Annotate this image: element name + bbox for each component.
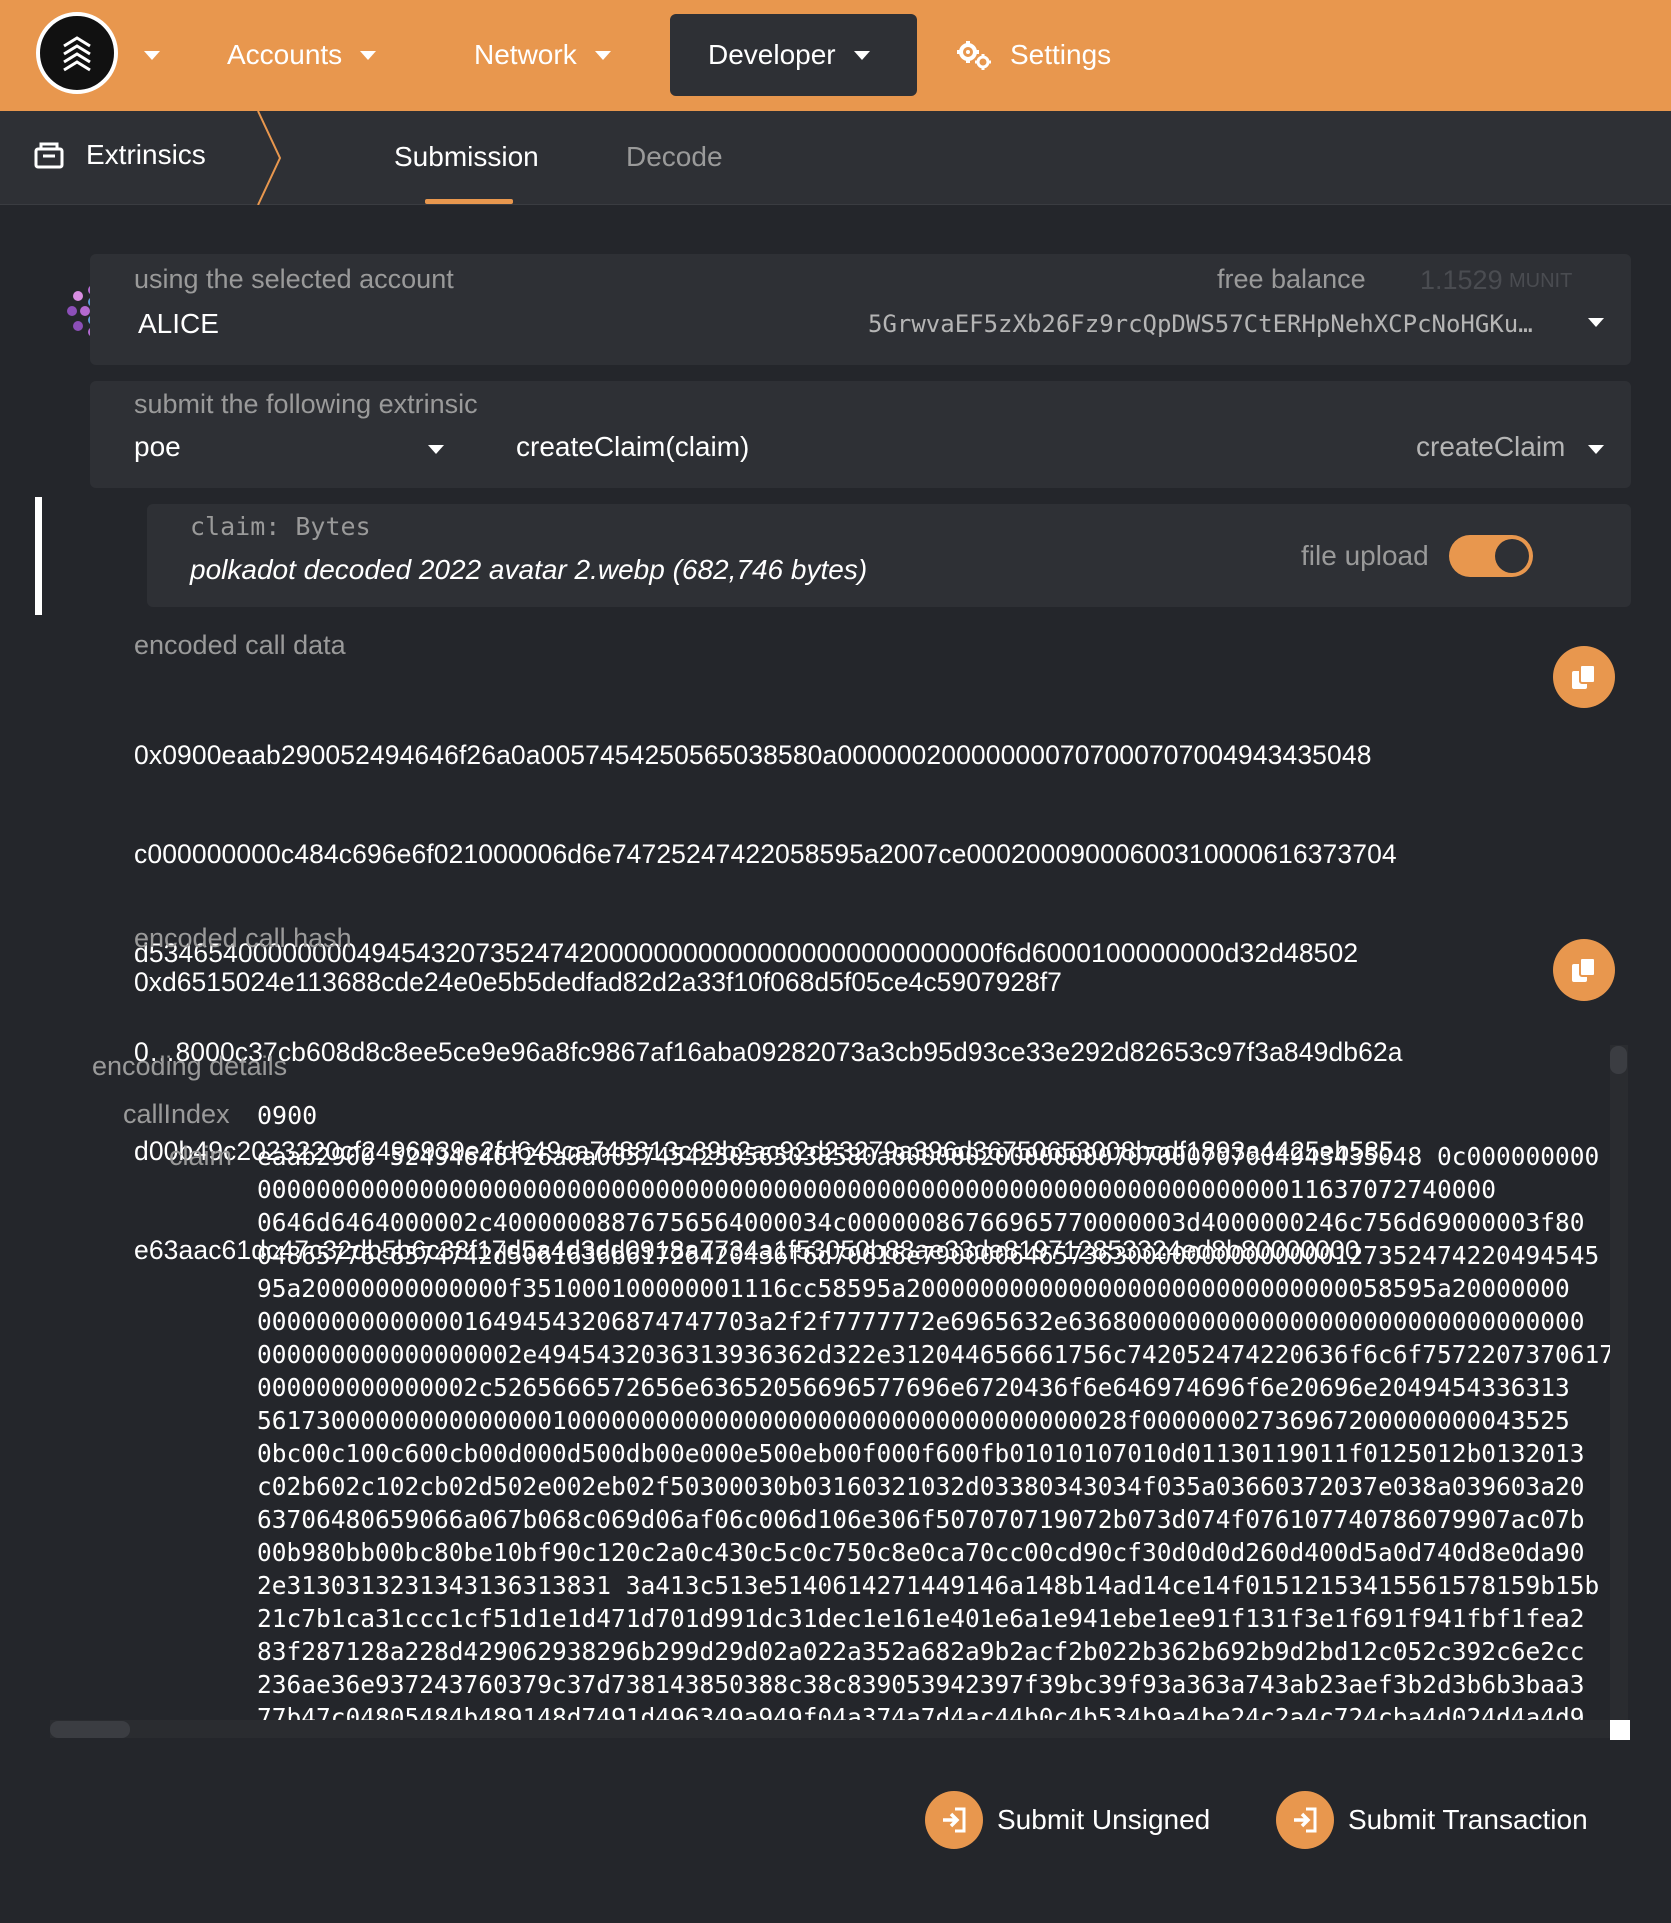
method-signature: createClaim(claim) bbox=[516, 431, 750, 462]
file-upload-label: file upload bbox=[1301, 540, 1429, 571]
claim-encoding-line: 000000000000000002e4945432036313936362d3… bbox=[257, 1340, 1610, 1369]
resize-handle[interactable] bbox=[1610, 1720, 1630, 1740]
submit-transaction-label: Submit Transaction bbox=[1348, 1804, 1588, 1835]
claim-encoding-line: 0000000000000016494543206874747703a2f2f7… bbox=[257, 1307, 1585, 1336]
method-value: createClaim bbox=[1416, 431, 1566, 462]
copy-call-hash-button[interactable] bbox=[1553, 939, 1615, 1001]
claim-encoding-line: 0646d6464000002c40000008876756564000034c… bbox=[257, 1208, 1585, 1237]
active-tab-indicator bbox=[425, 199, 513, 204]
claim-encoding-line: eaab2900 52494646f26a0a00574542505650385… bbox=[257, 1142, 1600, 1171]
module-dropdown[interactable]: poe bbox=[134, 431, 454, 471]
chevron-down-icon bbox=[1588, 318, 1604, 327]
call-data-line: 0x0900eaab290052494646f26a0a005745425056… bbox=[134, 740, 1372, 770]
free-balance-value: 1.1529 bbox=[1420, 265, 1503, 295]
chevron-down-icon bbox=[360, 50, 377, 60]
chain-selector-chevron-down-icon[interactable] bbox=[144, 51, 160, 60]
nav-settings[interactable]: Settings bbox=[956, 14, 1111, 96]
encoded-call-hash: 0xd6515024e113688cde24e0e5b5dedfad82d2a3… bbox=[134, 967, 1062, 997]
extrinsic-selector: submit the following extrinsic poe creat… bbox=[90, 381, 1631, 488]
claim-param-label: claim: Bytes bbox=[190, 512, 371, 541]
sub-navbar: Extrinsics Submission Decode bbox=[0, 111, 1671, 205]
claim-encoding-line: 77b47c04805484b489148d7491d496349a949f04… bbox=[257, 1703, 1585, 1722]
vertical-scrollbar-thumb[interactable] bbox=[1610, 1046, 1627, 1074]
toggle-knob bbox=[1495, 539, 1529, 573]
horizontal-scrollbar-thumb[interactable] bbox=[50, 1721, 130, 1738]
claim-encoding-line: 2e3130313231343136313831 3a413c513e51406… bbox=[257, 1571, 1600, 1600]
account-selector[interactable]: using the selected account ALICE free ba… bbox=[90, 254, 1631, 365]
chevron-down-icon bbox=[428, 445, 444, 454]
param-indent-marker bbox=[35, 497, 42, 615]
tab-decode[interactable]: Decode bbox=[626, 141, 723, 173]
submit-unsigned-button[interactable]: Submit Unsigned bbox=[925, 1790, 1210, 1850]
claim-encoding-line: 83f287128a228d429062938296b299d29d02a022… bbox=[257, 1637, 1585, 1666]
claim-encoding-value: eaab2900 52494646f26a0a00574542505650385… bbox=[257, 1140, 1610, 1722]
file-upload-toggle[interactable] bbox=[1449, 535, 1533, 577]
nav-developer[interactable]: Developer bbox=[670, 14, 917, 96]
claim-encoding-line: 0bc00c100c600cb00d000d500db00e000e500eb0… bbox=[257, 1439, 1585, 1468]
copy-icon bbox=[1572, 664, 1596, 689]
claim-encoding-line: 63706480659066a067b068c069d06af06c006d10… bbox=[257, 1505, 1585, 1534]
chevron-down-icon bbox=[853, 50, 870, 60]
nav-network-label: Network bbox=[474, 39, 577, 70]
call-index-label: callIndex bbox=[123, 1099, 230, 1129]
encoded-call-data-label: encoded call data bbox=[134, 630, 346, 660]
claim-encoding-line: 04865776c6574742d5061636b61726420436f6d7… bbox=[257, 1241, 1600, 1270]
encoded-call-hash-label: encoded call hash bbox=[134, 923, 352, 953]
envelope-icon bbox=[34, 142, 64, 169]
free-balance-label: free balance bbox=[1217, 264, 1366, 294]
account-name: ALICE bbox=[138, 308, 219, 339]
claim-encoding-line: 000000000000002c5265666572656e6365205669… bbox=[257, 1373, 1570, 1402]
nav-developer-label: Developer bbox=[708, 39, 836, 70]
claim-encoding-line: 5617300000000000000010000000000000000000… bbox=[257, 1406, 1570, 1435]
chevron-down-icon bbox=[1588, 445, 1604, 454]
submit-transaction-button[interactable]: Submit Transaction bbox=[1276, 1790, 1588, 1850]
claim-encoding-line: 00b980bb00bc80be10bf90c120c2a0c430c5c0c7… bbox=[257, 1538, 1585, 1567]
method-dropdown[interactable]: createClaim(claim) createClaim bbox=[516, 431, 1616, 471]
nav-settings-label: Settings bbox=[1010, 39, 1112, 70]
claim-encoding-line: 95a20000000000000f351000100000001116cc58… bbox=[257, 1274, 1570, 1303]
call-index-value: 0900 bbox=[257, 1101, 318, 1130]
claim-encoding-line: 0000000000000000000000000000000000000000… bbox=[257, 1175, 1497, 1204]
sign-in-icon bbox=[925, 1791, 983, 1849]
extrinsic-selector-label: submit the following extrinsic bbox=[134, 389, 478, 419]
copy-icon bbox=[1572, 957, 1596, 982]
claim-file-name[interactable]: polkadot decoded 2022 avatar 2.webp (682… bbox=[190, 554, 867, 586]
submit-unsigned-label: Submit Unsigned bbox=[997, 1804, 1211, 1835]
claim-encoding-label: claim bbox=[169, 1141, 233, 1171]
horizontal-scrollbar[interactable] bbox=[50, 1720, 1610, 1738]
encoding-details-label: encoding details bbox=[92, 1051, 288, 1081]
account-address: 5GrwvaEF5zXb26Fz9rcQpDWS57CtERHpNehXCPcN… bbox=[868, 310, 1533, 338]
call-data-line: 0…8000c37cb608d8c8ee5ce9e96a8fc9867af16a… bbox=[134, 1037, 1403, 1067]
cogs-icon bbox=[957, 41, 991, 70]
account-selector-label: using the selected account bbox=[134, 264, 454, 294]
nav-network[interactable]: Network bbox=[474, 14, 611, 96]
chevron-down-icon bbox=[594, 50, 611, 60]
claim-encoding-line: 236ae36e937243760379c37d738143850388c38c… bbox=[257, 1670, 1585, 1699]
extrinsics-title: Extrinsics bbox=[86, 139, 206, 170]
module-value: poe bbox=[134, 431, 181, 462]
call-data-line: c000000000c484c696e6f021000006d6e7472524… bbox=[134, 839, 1397, 869]
claim-param: claim: Bytes polkadot decoded 2022 avata… bbox=[147, 504, 1631, 607]
nav-accounts-label: Accounts bbox=[227, 39, 343, 70]
sign-in-icon bbox=[1276, 1791, 1334, 1849]
extrinsics-section-title: Extrinsics bbox=[34, 139, 206, 171]
nav-accounts[interactable]: Accounts bbox=[227, 14, 377, 96]
breadcrumb-separator bbox=[257, 111, 282, 205]
vertical-scrollbar[interactable] bbox=[1610, 1045, 1628, 1725]
claim-encoding-line: c02b602c102cb02d502e002eb02f50300030b031… bbox=[257, 1472, 1585, 1501]
copy-call-data-button[interactable] bbox=[1553, 646, 1615, 708]
chain-logo-icon[interactable] bbox=[36, 12, 118, 94]
tab-submission[interactable]: Submission bbox=[394, 141, 539, 173]
top-navbar: Accounts Network Developer Settings bbox=[0, 0, 1671, 111]
free-balance-unit: MUNIT bbox=[1509, 270, 1573, 292]
claim-encoding-line: 21c7b1ca31ccc1cf51d1e1d471d701d991dc31de… bbox=[257, 1604, 1585, 1633]
